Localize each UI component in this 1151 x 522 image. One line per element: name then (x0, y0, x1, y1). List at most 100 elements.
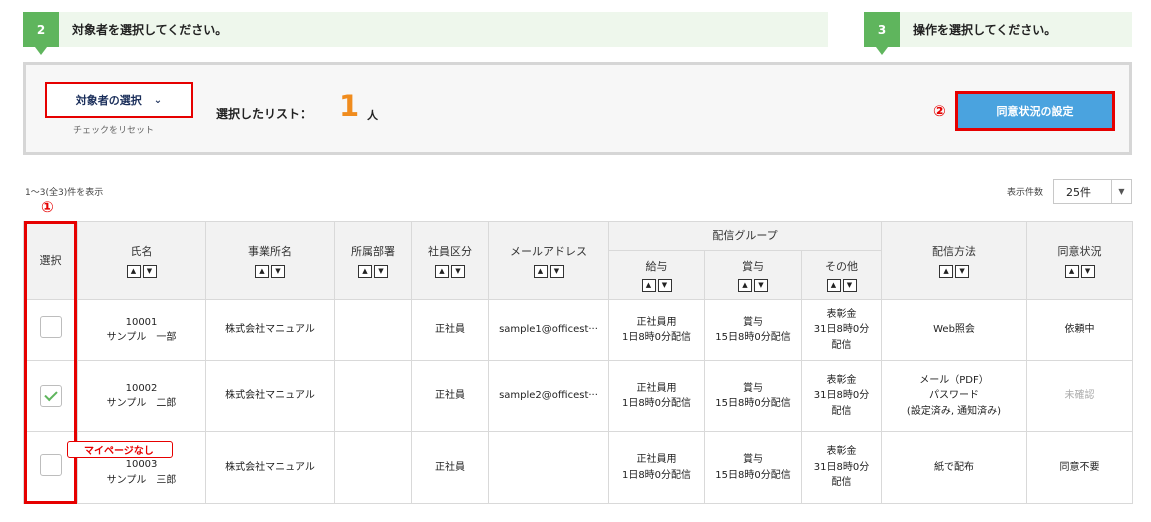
select-target-label: 対象者の選択 (75, 94, 142, 107)
select-target-button[interactable]: 対象者の選択 ⌄ (45, 82, 193, 118)
method-cell: Web照会 (881, 299, 1028, 361)
employee-name: サンプル 一部 (106, 332, 177, 343)
col-other: その他 ▲ ▼ (800, 250, 883, 300)
row-checkbox[interactable] (39, 385, 62, 407)
employee-id: 10002 (125, 382, 158, 394)
consent-cell: 同意不要 (1026, 431, 1134, 504)
col-bonus-label: 賞与 (742, 259, 764, 273)
row-select-cell (23, 360, 78, 432)
name-cell: 10001 サンプル 一部 (77, 299, 206, 361)
employee-name: サンプル 三郎 (106, 474, 177, 486)
row-checkbox[interactable] (39, 453, 62, 476)
col-select-label: 選択 (39, 253, 62, 267)
email-cell: sample1@officest··· (488, 299, 609, 361)
annotation-marker-1: ① (41, 198, 54, 216)
consent-setting-button[interactable]: 同意状況の設定 (955, 91, 1115, 131)
sort-asc-icon[interactable]: ▲ (435, 264, 449, 278)
sort-asc-icon[interactable]: ▲ (1064, 264, 1079, 278)
sort-asc-icon[interactable]: ▲ (939, 264, 954, 278)
col-salary: 給与 ▲ ▼ (608, 250, 705, 300)
bonus-cell: 賞与 15日8時0分配信 (704, 299, 802, 361)
other-group: 表彰金 (826, 446, 857, 458)
method-text: Web照会 (933, 324, 975, 336)
bonus-group: 賞与 (743, 382, 763, 394)
other-schedule: 31日8時0分 (813, 324, 870, 336)
method-password: パスワード (929, 390, 980, 402)
office-cell: 株式会社マニュアル (205, 431, 335, 504)
office-cell: 株式会社マニュアル (205, 360, 335, 432)
page-size-value: 25件 (1066, 185, 1091, 199)
dept-cell (334, 299, 412, 361)
other-cell: 表彰金 31日8時0分 配信 (800, 360, 883, 432)
step-title: 操作を選択してください。 (913, 23, 1057, 37)
salary-schedule: 1日8時0分配信 (621, 398, 692, 409)
bonus-group: 賞与 (743, 316, 763, 328)
step-3-banner: 3 操作を選択してください。 (864, 12, 1132, 55)
sort-asc-icon[interactable]: ▲ (533, 264, 548, 278)
employee-id: 10003 (125, 459, 158, 470)
sort-desc-icon[interactable]: ▼ (955, 264, 970, 278)
salary-schedule: 1日8時0分配信 (621, 469, 692, 481)
annotation-marker-2: ② (933, 102, 946, 120)
emp-type-cell: 正社員 (411, 360, 489, 432)
method-password-status: (設定済み, 通知済み) (906, 405, 1002, 417)
sort-controls: ▲ ▼ (533, 264, 564, 278)
sort-controls: ▲ ▼ (255, 264, 285, 278)
col-group-label: 配信グループ (712, 229, 778, 243)
other-schedule-suffix: 配信 (831, 477, 852, 489)
table-row: 10003 サンプル 三郎 株式会社マニュアル 正社員 正社員用 1日8時0分配信 … (23, 431, 1134, 504)
sort-desc-icon[interactable]: ▼ (142, 264, 157, 278)
page-size-select[interactable]: 25件 ▼ (1053, 179, 1132, 204)
method-cell: メール（PDF） パスワード (設定済み, 通知済み) (881, 360, 1028, 432)
sort-desc-icon[interactable]: ▼ (657, 279, 672, 292)
step-number: 2 (23, 12, 59, 55)
col-consent-label: 同意状況 (1057, 245, 1102, 259)
consent-cell: 未確認 (1026, 360, 1134, 432)
sort-asc-icon[interactable]: ▲ (826, 279, 841, 292)
col-consent: 同意状況 ▲ ▼ (1026, 221, 1134, 300)
employee-id: 10001 (125, 316, 158, 328)
sort-asc-icon[interactable]: ▲ (641, 279, 656, 292)
sort-asc-icon[interactable]: ▲ (126, 264, 141, 278)
method-text: メール（PDF） (919, 374, 989, 386)
sort-asc-icon[interactable]: ▲ (738, 279, 752, 292)
step-2-banner: 2 対象者を選択してください。 (23, 12, 828, 55)
col-bonus: 賞与 ▲ ▼ (704, 250, 802, 300)
sort-asc-icon[interactable]: ▲ (358, 264, 372, 278)
other-cell: 表彰金 31日8時0分 配信 (800, 299, 883, 361)
other-group: 表彰金 (826, 308, 857, 320)
salary-schedule: 1日8時0分配信 (621, 332, 692, 343)
col-method-label: 配信方法 (932, 245, 977, 259)
step-title: 対象者を選択してください。 (72, 23, 228, 37)
col-method: 配信方法 ▲ ▼ (881, 221, 1028, 300)
row-checkbox[interactable] (39, 316, 62, 339)
col-dept: 所属部署 ▲ ▼ (334, 221, 412, 300)
sort-desc-icon[interactable]: ▼ (451, 264, 465, 278)
salary-cell: 正社員用 1日8時0分配信 (608, 360, 705, 432)
sort-desc-icon[interactable]: ▼ (754, 279, 768, 292)
result-range: 1〜3(全3)件を表示 (25, 188, 104, 198)
no-mypage-badge: マイページなし (67, 441, 173, 458)
recipient-table: 選択 氏名 ▲ ▼ 事業所名 ▲ ▼ 所属部署 ▲ ▼ 社員区分 ▲ ▼ メールアドレス ▲ ▼ 配… (23, 221, 1134, 504)
page-size-label: 表示件数 (1007, 188, 1044, 198)
emp-type-cell: 正社員 (411, 299, 489, 361)
other-schedule: 31日8時0分 (813, 461, 870, 473)
method-cell: 紙で配布 (881, 431, 1028, 504)
sort-desc-icon[interactable]: ▼ (842, 279, 857, 292)
other-schedule: 31日8時0分 (813, 390, 870, 402)
sort-desc-icon[interactable]: ▼ (271, 264, 285, 278)
sort-desc-icon[interactable]: ▼ (1080, 264, 1095, 278)
sort-controls: ▲ ▼ (126, 264, 157, 278)
sort-desc-icon[interactable]: ▼ (549, 264, 564, 278)
col-emp-type-label: 社員区分 (428, 245, 472, 259)
col-email-label: メールアドレス (510, 245, 587, 259)
col-salary-label: 給与 (645, 259, 668, 273)
sort-desc-icon[interactable]: ▼ (374, 264, 388, 278)
other-schedule-suffix: 配信 (831, 339, 852, 351)
bonus-cell: 賞与 15日8時0分配信 (704, 431, 802, 504)
sort-asc-icon[interactable]: ▲ (255, 264, 269, 278)
sort-controls: ▲ ▼ (358, 264, 388, 278)
reset-checks-link[interactable]: チェックをリセット (73, 123, 154, 136)
bonus-group: 賞与 (743, 454, 763, 465)
col-name-label: 氏名 (130, 245, 153, 259)
